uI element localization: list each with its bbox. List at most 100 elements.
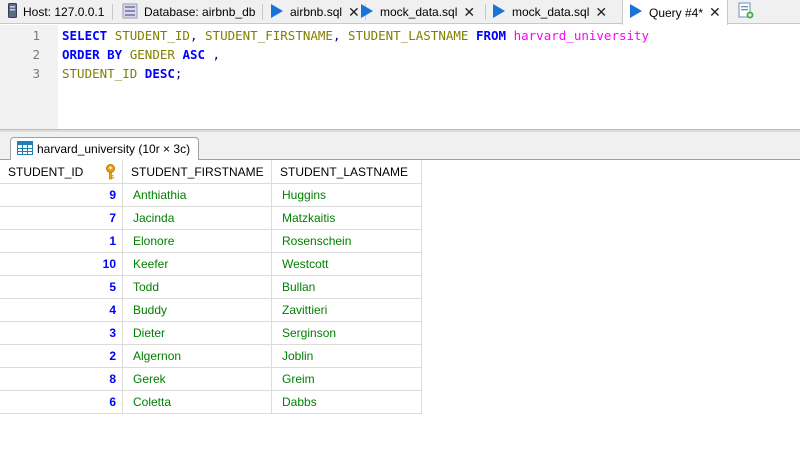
column-header-student-lastname[interactable]: STUDENT_LASTNAME bbox=[272, 160, 422, 184]
keyword-from: FROM bbox=[475, 28, 507, 43]
column-header-label: STUDENT_FIRSTNAME bbox=[131, 165, 264, 179]
cell-student-lastname[interactable]: Serginson bbox=[272, 322, 422, 345]
tab-mock-data-sql-1[interactable]: mock_data.sql ✕ bbox=[360, 0, 475, 24]
line-number: 2 bbox=[32, 47, 40, 62]
keyword-select: SELECT bbox=[62, 28, 108, 43]
tab-label: Host: 127.0.0.1 bbox=[23, 5, 105, 19]
table-row[interactable]: 2 Algernon Joblin bbox=[0, 345, 422, 368]
comma: , bbox=[332, 28, 349, 43]
new-query-tab-button[interactable] bbox=[738, 0, 754, 24]
cell-student-firstname[interactable]: Dieter bbox=[123, 322, 272, 345]
close-icon[interactable]: ✕ bbox=[348, 4, 360, 21]
line-number: 1 bbox=[32, 28, 40, 43]
tab-separator bbox=[262, 4, 263, 20]
column-identifier: STUDENT_LASTNAME bbox=[348, 28, 469, 43]
cell-student-id[interactable]: 7 bbox=[0, 207, 123, 230]
sql-editor[interactable]: 1 2 3 SELECT STUDENT_ID, STUDENT_FIRSTNA… bbox=[0, 25, 800, 129]
table-row[interactable]: 1 Elonore Rosenschein bbox=[0, 230, 422, 253]
cell-student-id[interactable]: 9 bbox=[0, 184, 123, 207]
cell-student-id[interactable]: 2 bbox=[0, 345, 123, 368]
keyword-desc: DESC bbox=[144, 66, 175, 81]
tab-mock-data-sql-2[interactable]: mock_data.sql ✕ bbox=[492, 0, 607, 24]
close-icon[interactable]: ✕ bbox=[463, 4, 475, 21]
cell-student-firstname[interactable]: Algernon bbox=[123, 345, 272, 368]
tab-label: mock_data.sql bbox=[512, 5, 590, 19]
cell-student-id[interactable]: 5 bbox=[0, 276, 123, 299]
cell-student-lastname[interactable]: Rosenschein bbox=[272, 230, 422, 253]
line-number-gutter: 1 2 3 bbox=[0, 25, 58, 129]
column-identifier: STUDENT_FIRSTNAME bbox=[205, 28, 333, 43]
comma: , bbox=[189, 28, 206, 43]
tab-separator bbox=[485, 4, 486, 20]
cell-student-firstname[interactable]: Jacinda bbox=[123, 207, 272, 230]
tab-label: mock_data.sql bbox=[380, 5, 458, 19]
column-header-label: STUDENT_ID bbox=[8, 165, 84, 179]
tab-label: Query #4* bbox=[649, 5, 704, 20]
column-identifier: GENDER bbox=[129, 47, 175, 62]
column-header-label: STUDENT_LASTNAME bbox=[280, 165, 409, 179]
close-icon[interactable]: ✕ bbox=[595, 4, 607, 21]
cell-student-lastname[interactable]: Greim bbox=[272, 368, 422, 391]
query-tab-bar: Host: 127.0.0.1 Database: airbnb_db airb… bbox=[0, 0, 800, 25]
cell-student-id[interactable]: 4 bbox=[0, 299, 123, 322]
table-icon bbox=[17, 140, 33, 158]
cell-student-lastname[interactable]: Bullan bbox=[272, 276, 422, 299]
cell-student-lastname[interactable]: Joblin bbox=[272, 345, 422, 368]
cell-student-id[interactable]: 6 bbox=[0, 391, 123, 414]
column-header-student-id[interactable]: STUDENT_ID bbox=[0, 160, 123, 184]
tab-host[interactable]: Host: 127.0.0.1 bbox=[8, 0, 104, 24]
cell-student-lastname[interactable]: Westcott bbox=[272, 253, 422, 276]
cell-student-id[interactable]: 8 bbox=[0, 368, 123, 391]
grid-header: STUDENT_ID STUDENT_FIRSTNAME STUDENT_LAS… bbox=[0, 160, 422, 184]
cell-student-id[interactable]: 1 bbox=[0, 230, 123, 253]
table-identifier: harvard_university bbox=[513, 28, 650, 43]
column-header-student-firstname[interactable]: STUDENT_FIRSTNAME bbox=[123, 160, 272, 184]
cell-student-firstname[interactable]: Elonore bbox=[123, 230, 272, 253]
code-line-3: STUDENT_ID DESC; bbox=[62, 66, 182, 81]
cell-student-firstname[interactable]: Keefer bbox=[123, 253, 272, 276]
tab-label: airbnb.sql bbox=[290, 5, 343, 19]
cell-student-id[interactable]: 10 bbox=[0, 253, 123, 276]
semicolon: ; bbox=[174, 66, 183, 81]
tab-query-4[interactable]: Query #4* ✕ bbox=[622, 0, 728, 25]
result-grid[interactable]: STUDENT_ID STUDENT_FIRSTNAME STUDENT_LAS… bbox=[0, 160, 800, 457]
code-line-2: ORDER BY GENDER ASC , bbox=[62, 47, 220, 62]
query-file-icon bbox=[360, 3, 374, 22]
cell-student-id[interactable]: 3 bbox=[0, 322, 123, 345]
code-line-1: SELECT STUDENT_ID, STUDENT_FIRSTNAME, ST… bbox=[62, 28, 649, 43]
result-tab-harvard-university[interactable]: harvard_university (10r × 3c) bbox=[10, 137, 200, 160]
tab-airbnb-sql[interactable]: airbnb.sql ✕ bbox=[270, 0, 360, 24]
cell-student-firstname[interactable]: Todd bbox=[123, 276, 272, 299]
cell-student-firstname[interactable]: Coletta bbox=[123, 391, 272, 414]
cell-student-lastname[interactable]: Zavittieri bbox=[272, 299, 422, 322]
query-file-icon bbox=[629, 3, 643, 22]
result-tab-label: harvard_university (10r × 3c) bbox=[37, 142, 191, 156]
column-identifier: STUDENT_ID bbox=[114, 28, 190, 43]
table-row[interactable]: 5 Todd Bullan bbox=[0, 276, 422, 299]
query-file-icon bbox=[492, 3, 506, 22]
column-identifier: STUDENT_ID bbox=[62, 66, 138, 81]
tab-database[interactable]: Database: airbnb_db bbox=[122, 0, 255, 24]
new-query-tab-icon bbox=[738, 2, 754, 22]
cell-student-firstname[interactable]: Anthiathia bbox=[123, 184, 272, 207]
keyword-order-by: ORDER BY bbox=[62, 47, 123, 62]
keyword-asc: ASC bbox=[182, 47, 206, 62]
tab-separator bbox=[112, 4, 113, 20]
cell-student-lastname[interactable]: Matzkaitis bbox=[272, 207, 422, 230]
table-row[interactable]: 7 Jacinda Matzkaitis bbox=[0, 207, 422, 230]
table-row[interactable]: 6 Coletta Dabbs bbox=[0, 391, 422, 414]
cell-student-lastname[interactable]: Dabbs bbox=[272, 391, 422, 414]
line-number: 3 bbox=[32, 66, 40, 81]
table-row[interactable]: 3 Dieter Serginson bbox=[0, 322, 422, 345]
comma: , bbox=[205, 47, 221, 62]
table-row[interactable]: 8 Gerek Greim bbox=[0, 368, 422, 391]
host-icon bbox=[8, 3, 17, 21]
table-row[interactable]: 4 Buddy Zavittieri bbox=[0, 299, 422, 322]
cell-student-lastname[interactable]: Huggins bbox=[272, 184, 422, 207]
cell-student-firstname[interactable]: Gerek bbox=[123, 368, 272, 391]
cell-student-firstname[interactable]: Buddy bbox=[123, 299, 272, 322]
close-icon[interactable]: ✕ bbox=[709, 4, 721, 21]
table-row[interactable]: 9 Anthiathia Huggins bbox=[0, 184, 422, 207]
tab-label: Database: airbnb_db bbox=[144, 5, 256, 19]
table-row[interactable]: 10 Keefer Westcott bbox=[0, 253, 422, 276]
